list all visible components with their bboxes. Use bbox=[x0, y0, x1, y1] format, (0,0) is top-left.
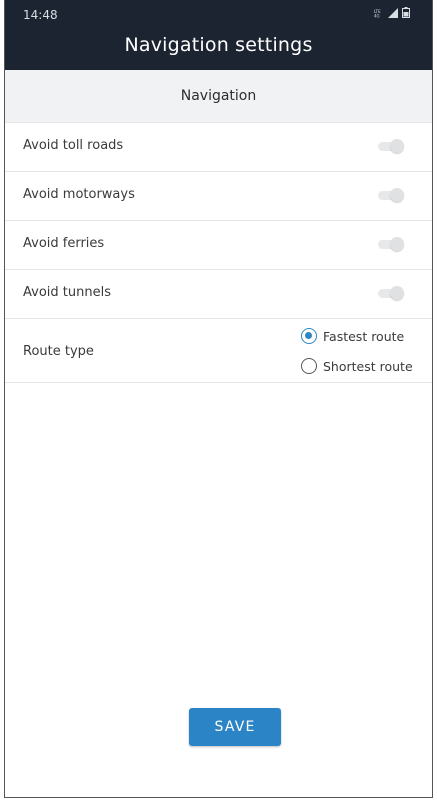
route-type-label: Route type bbox=[23, 344, 94, 359]
status-bar: 14:48 LTE 4G bbox=[5, 0, 432, 28]
radio-label: Fastest route bbox=[323, 328, 405, 344]
toggle-thumb bbox=[390, 286, 404, 300]
setting-label: Avoid toll roads bbox=[23, 138, 124, 153]
setting-row-avoid-toll-roads: Avoid toll roads bbox=[5, 123, 432, 172]
setting-label: Avoid ferries bbox=[23, 236, 105, 251]
toggle-avoid-motorways[interactable] bbox=[378, 188, 404, 202]
toggle-avoid-ferries[interactable] bbox=[378, 237, 404, 251]
setting-row-avoid-ferries: Avoid ferries bbox=[5, 221, 432, 270]
svg-text:4G: 4G bbox=[374, 13, 380, 18]
radio-shortest-route[interactable]: Shortest route bbox=[301, 358, 413, 374]
toggle-thumb bbox=[390, 237, 404, 251]
status-time: 14:48 bbox=[23, 8, 58, 22]
setting-row-avoid-tunnels: Avoid tunnels bbox=[5, 270, 432, 319]
toggle-avoid-toll-roads[interactable] bbox=[378, 139, 404, 153]
setting-label: Avoid motorways bbox=[23, 187, 135, 202]
page-title: Navigation settings bbox=[124, 34, 313, 56]
toggle-thumb bbox=[390, 139, 404, 153]
route-type-row: Route type Fastest route Shortest route bbox=[5, 318, 432, 383]
radio-unselected-icon bbox=[301, 358, 317, 374]
section-title: Navigation bbox=[180, 88, 257, 104]
setting-row-avoid-motorways: Avoid motorways bbox=[5, 172, 432, 221]
phone-screen: 14:48 LTE 4G Navigation settings Navigati… bbox=[4, 0, 433, 798]
section-header: Navigation bbox=[5, 70, 432, 123]
status-icons: LTE 4G bbox=[374, 7, 410, 21]
radio-label: Shortest route bbox=[323, 358, 413, 374]
setting-label: Avoid tunnels bbox=[23, 285, 111, 300]
signal-icon bbox=[388, 7, 398, 21]
battery-icon bbox=[402, 7, 410, 21]
toggle-avoid-tunnels[interactable] bbox=[378, 286, 404, 300]
app-bar: Navigation settings bbox=[5, 28, 432, 70]
save-button[interactable]: SAVE bbox=[189, 708, 281, 746]
radio-fastest-route[interactable]: Fastest route bbox=[301, 328, 404, 344]
radio-selected-icon bbox=[301, 328, 317, 344]
toggle-thumb bbox=[390, 188, 404, 202]
lte-icon: LTE 4G bbox=[374, 8, 384, 21]
radio-dot bbox=[305, 332, 312, 339]
